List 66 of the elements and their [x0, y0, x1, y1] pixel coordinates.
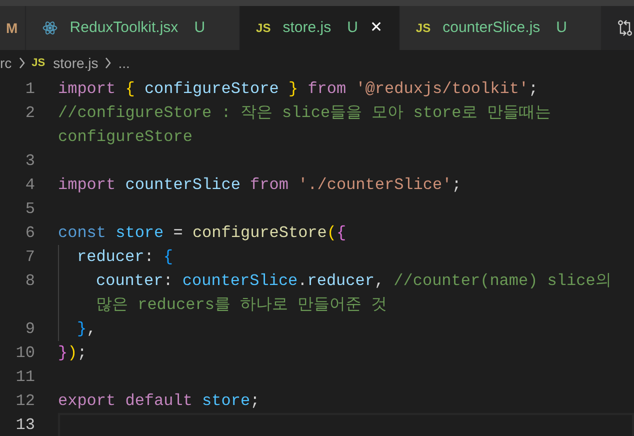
bracket: } — [77, 319, 87, 340]
breadcrumb-item[interactable]: ... — [118, 52, 130, 74]
line-number: 10 — [14, 343, 36, 364]
line-number: 13 — [14, 415, 36, 436]
chevron-right-icon — [104, 57, 112, 69]
code-comment: 많은 reducers를 하나로 만들어준 것 — [96, 295, 388, 316]
line-number: 3 — [24, 151, 36, 172]
property-name: reducer — [307, 271, 374, 292]
line-number: 12 — [14, 391, 36, 412]
function-name: configureStore — [192, 223, 327, 244]
constant-name: store — [116, 223, 164, 244]
keyword: import — [58, 79, 116, 100]
line-number: 9 — [24, 319, 36, 340]
variable-name: counterSlice — [125, 175, 240, 196]
js-file-icon: JS — [32, 54, 46, 72]
bracket: ) — [68, 343, 78, 364]
tab-label: store.js — [282, 18, 332, 38]
git-status: U — [347, 18, 358, 38]
bracket: ( — [326, 223, 336, 244]
keyword: const — [58, 223, 106, 244]
line-number: 6 — [24, 223, 36, 244]
string-literal: './counterSlice' — [298, 175, 452, 196]
line-number: 2 — [24, 103, 36, 124]
constant-name: store — [202, 391, 250, 412]
compare-changes-icon[interactable] — [616, 19, 634, 37]
constant-name: counterSlice — [182, 271, 298, 292]
code-comment: //configureStore : 작은 slice들을 모아 store로 만들때는 — [58, 103, 551, 124]
js-file-icon: JS — [416, 19, 431, 37]
close-icon[interactable]: ✕ — [370, 16, 383, 40]
bracket: } — [288, 79, 298, 100]
git-status: M — [6, 18, 18, 38]
code-comment: configureStore — [58, 127, 192, 148]
variable-name: configureStore — [144, 79, 279, 100]
bracket: } — [58, 343, 68, 364]
line-number: 5 — [24, 199, 36, 220]
keyword: default — [125, 391, 192, 412]
git-status: U — [194, 18, 206, 38]
editor-tab[interactable]: JS counterSlice.js U — [400, 6, 602, 50]
keyword: from — [308, 79, 346, 100]
string-literal: '@reduxjs/toolkit' — [356, 79, 529, 100]
tab-label: counterSlice.js — [442, 18, 540, 38]
keyword: export — [58, 391, 116, 412]
keyword: from — [250, 175, 288, 196]
atom-icon — [42, 20, 58, 36]
chevron-right-icon — [18, 57, 26, 69]
editor-tab[interactable]: M — [0, 6, 26, 50]
bracket: { — [336, 223, 346, 244]
line-number: 4 — [24, 175, 36, 196]
editor-tab[interactable]: JS store.js U ✕ — [240, 6, 400, 50]
code-comment: //counter(name) slice의 — [394, 271, 612, 292]
js-file-icon: JS — [256, 19, 271, 37]
property-name: reducer — [77, 247, 144, 268]
keyword: import — [58, 175, 116, 196]
breadcrumb-item[interactable]: store.js — [53, 52, 98, 74]
code-editor-window: M ReduxToolkit.jsx U JS store.js U ✕ JS counterSlice.js U rc JS store.js ... 1 import { configureStore } from '@reduxjs/toolkit'; 2 //configureStore : 작은 slice들을 모아 store로 만들때는 configureStore 3 4 import counterSlice from './counterSlice'; 5 6 const store = configureStore({ 7 reducer: { 8 counter: counterSlice.reducer, //counter(name) slice의 많은 reducers를 하나로 만들어준 것 9 }, 10 }); 11 12 export default store; 13 — [0, 0, 634, 436]
property-name: counter — [96, 271, 164, 292]
line-number: 8 — [24, 271, 36, 292]
line-number: 11 — [14, 367, 36, 388]
editor-tab[interactable]: ReduxToolkit.jsx U — [26, 6, 240, 50]
line-number: 1 — [24, 79, 36, 100]
line-number: 7 — [24, 247, 36, 268]
git-status: U — [556, 18, 567, 38]
tab-label: ReduxToolkit.jsx — [70, 18, 178, 38]
bracket: { — [163, 247, 174, 268]
bracket: { — [125, 79, 135, 100]
breadcrumb-item[interactable]: rc — [0, 52, 12, 74]
